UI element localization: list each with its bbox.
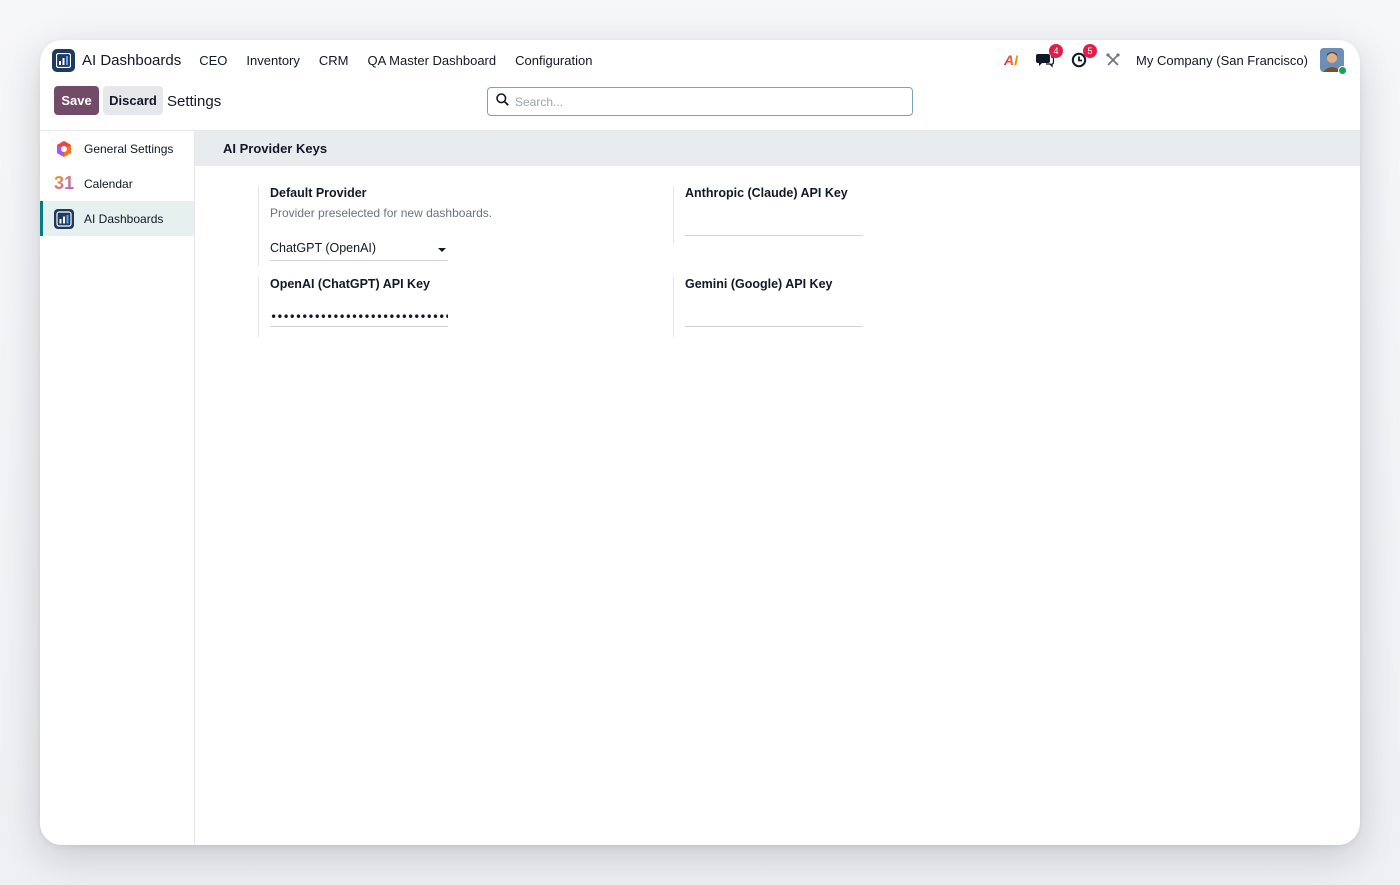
default-provider-label: Default Provider [270,186,367,200]
user-avatar[interactable] [1320,48,1347,75]
setting-default-provider: Default Provider Provider preselected fo… [258,186,628,266]
sidebar-item-ai-dashboards[interactable]: AI Dashboards [40,201,194,236]
activities-badge: 5 [1083,44,1098,58]
calendar-icon: 31 [53,173,75,194]
sidebar-item-label: General Settings [84,141,174,156]
menu-ceo[interactable]: CEO [199,53,227,68]
menu-crm[interactable]: CRM [319,53,349,68]
discard-button[interactable]: Discard [103,86,163,115]
openai-key-field[interactable] [270,307,448,327]
app-window: AI Dashboards CEO Inventory CRM QA Maste… [40,40,1360,845]
anthropic-key-field[interactable] [685,216,863,236]
default-provider-select[interactable]: ChatGPT (OpenAI) [270,241,448,261]
default-provider-description: Provider preselected for new dashboards. [270,206,493,220]
messages-icon[interactable]: 4 [1034,44,1064,71]
menu-inventory[interactable]: Inventory [246,53,299,68]
app-title[interactable]: AI Dashboards [82,52,181,69]
online-status-dot [1338,66,1347,75]
default-provider-value: ChatGPT (OpenAI) [270,241,377,255]
control-panel: Save Discard Settings [40,80,1360,130]
general-settings-icon [54,139,74,159]
sidebar-item-general-settings[interactable]: General Settings [40,131,194,166]
chevron-down-icon [438,248,446,252]
sidebar-item-label: AI Dashboards [84,211,164,226]
search-box[interactable] [487,87,913,116]
settings-sidebar: General Settings 31 Calendar AI Dashboar… [40,130,195,845]
openai-key-label: OpenAI (ChatGPT) API Key [270,277,430,291]
gemini-key-field[interactable] [685,307,863,327]
company-switcher[interactable]: My Company (San Francisco) [1136,53,1308,68]
setting-gemini-key: Gemini (Google) API Key [673,277,1043,337]
settings-main: AI Provider Keys Default Provider Provid… [195,130,1360,845]
menu-qa-master-dashboard[interactable]: QA Master Dashboard [368,53,497,68]
top-navbar: AI Dashboards CEO Inventory CRM QA Maste… [40,40,1360,80]
sidebar-item-calendar[interactable]: 31 Calendar [40,166,194,201]
anthropic-key-label: Anthropic (Claude) API Key [685,186,848,200]
navbar-systray: AI 4 5 My Company (San Francisco) [988,40,1347,80]
ai-icon-text: AI [1004,52,1019,68]
save-button[interactable]: Save [54,86,99,115]
ai-assistant-icon[interactable]: AI [1000,49,1022,71]
ai-dashboards-app-icon[interactable] [52,48,75,72]
gemini-key-label: Gemini (Google) API Key [685,277,833,291]
setting-openai-key: OpenAI (ChatGPT) API Key [258,277,628,337]
section-title: AI Provider Keys [195,131,1360,166]
breadcrumb: Settings [167,93,222,110]
search-input[interactable] [515,94,895,109]
calendar-icon-text: 31 [53,173,75,193]
menu-configuration[interactable]: Configuration [515,53,592,68]
sidebar-item-label: Calendar [84,176,133,191]
search-icon [496,92,509,111]
debug-tools-icon[interactable] [1102,49,1124,71]
messages-badge: 4 [1049,44,1064,58]
setting-anthropic-key: Anthropic (Claude) API Key [673,186,1043,244]
ai-dashboards-icon [54,208,74,229]
activities-clock-icon[interactable]: 5 [1068,44,1098,71]
